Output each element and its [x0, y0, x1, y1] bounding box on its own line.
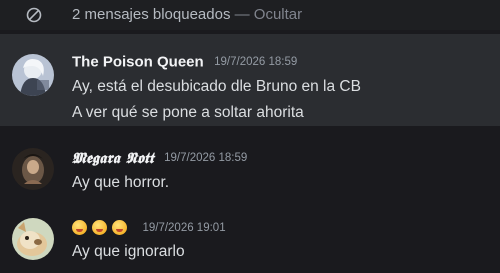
message-group: The Poison Queen 19/7/2026 18:59 Ay, est…	[0, 34, 500, 126]
author-name[interactable]: 𝕸𝖊𝖌𝖆𝖗𝖆 𝕹𝖔𝖙𝖙	[72, 149, 154, 167]
avatar[interactable]	[12, 218, 54, 260]
blocked-circle-icon	[26, 7, 42, 23]
message-group: 19/7/2026 19:01 Ay que ignorarlo	[0, 198, 500, 273]
author-name-emojis[interactable]	[72, 219, 132, 237]
avatar[interactable]	[12, 148, 54, 190]
message-header: 19/7/2026 19:01	[72, 219, 226, 237]
message-text: A ver qué se pone a soltar ahorita	[72, 104, 304, 121]
avatar-dark-figure-icon	[12, 148, 54, 190]
separator: —	[234, 6, 250, 23]
avatar-white-haired-figure-icon	[12, 54, 54, 96]
message-text: Ay, está el desubicado dle Bruno en la C…	[72, 78, 361, 95]
message-header: The Poison Queen 19/7/2026 18:59	[72, 53, 297, 71]
message-header: 𝕸𝖊𝖌𝖆𝖗𝖆 𝕹𝖔𝖙𝖙 19/7/2026 18:59	[72, 149, 247, 167]
avatar-animal-icon	[12, 218, 54, 260]
message-text: Ay que horror.	[72, 174, 170, 191]
hide-blocked-link[interactable]: Ocultar	[254, 6, 302, 23]
blocked-messages-bar: 2 mensajes bloqueados — Ocultar	[0, 0, 500, 30]
timestamp: 19/7/2026 19:01	[142, 222, 226, 234]
tongue-out-face-emoji-icon	[112, 220, 127, 236]
smiling-face-with-hearts-emoji-icon	[72, 220, 87, 236]
timestamp: 19/7/2026 18:59	[164, 152, 248, 164]
author-name[interactable]: The Poison Queen	[72, 53, 204, 70]
blocked-count-text: 2 mensajes bloqueados	[72, 6, 231, 23]
message-group: 𝕸𝖊𝖌𝖆𝖗𝖆 𝕹𝖔𝖙𝖙 19/7/2026 18:59 Ay que horro…	[0, 126, 500, 198]
timestamp: 19/7/2026 18:59	[214, 55, 298, 68]
message-text: Ay que ignorarlo	[72, 243, 185, 260]
avatar[interactable]	[12, 54, 54, 96]
woozy-face-emoji-icon	[92, 220, 107, 236]
blocked-messages-label: 2 mensajes bloqueados — Ocultar	[72, 5, 302, 25]
